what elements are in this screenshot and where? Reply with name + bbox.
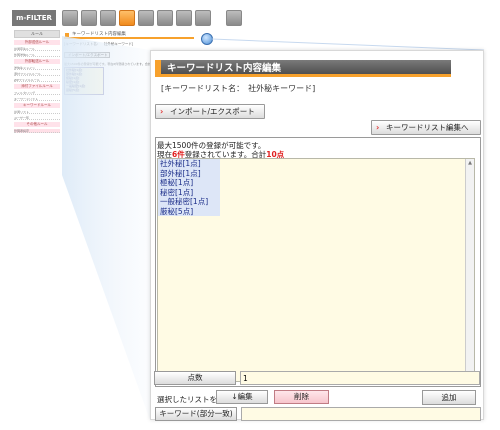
arrow-right-icon: ›: [376, 123, 380, 132]
mini-sidebar-section: キーワードルール: [14, 103, 60, 108]
keyword-list-item[interactable]: 部外秘[1点]: [158, 169, 220, 179]
mini-page-title: キーワードリスト内容編集: [64, 32, 194, 39]
points-label: 点数: [154, 371, 236, 385]
selected-list-label: 選択したリストを: [157, 395, 217, 404]
keyword-list-edit-label: キーワードリスト編集へ: [386, 123, 469, 132]
mini-sidebar-item[interactable]: 外部送信ルール: [14, 53, 60, 57]
mini-sidebar-item[interactable]: 送信先ドメイン: [14, 66, 60, 70]
zoom-icon: [201, 33, 213, 45]
mini-sidebar-item[interactable]: キーワードリスト: [14, 97, 60, 101]
keyword-list-edit-button[interactable]: › キーワードリスト編集へ: [371, 120, 481, 135]
search-icon[interactable]: [157, 10, 173, 26]
keyword-listbox[interactable]: 社外秘[1点] 部外秘[1点] 極秘[1点] 秘密[1点] 一般秘密[1点] 厳…: [157, 158, 475, 382]
keyword-icon[interactable]: [119, 10, 135, 26]
title-bar: キーワードリスト内容編集: [155, 60, 451, 77]
mini-sidebar-item[interactable]: ZIPファイルルール: [14, 78, 60, 82]
keyword-input[interactable]: [241, 407, 481, 421]
edit-selected-button[interactable]: ↓編集: [216, 390, 268, 404]
title-accent: [155, 60, 161, 77]
keyword-form-row: キーワード(部分一致): [155, 407, 481, 421]
settings-icon[interactable]: [226, 10, 242, 26]
mini-keyword-list[interactable]: 社外秘[1点] 部外秘[1点] 極秘[1点] 秘密[1点] 一般秘密[1点] 厳…: [64, 67, 104, 95]
mini-list-name: [キーワードリスト名： 社外秘キーワード]: [64, 42, 134, 46]
app-toolbar: m-FILTER: [12, 8, 245, 28]
report-icon[interactable]: [138, 10, 154, 26]
points-form-row: 点数: [154, 371, 480, 385]
mini-sidebar-section: その他ルール: [14, 122, 60, 127]
mini-sidebar-item[interactable]: 共通リスト: [14, 110, 60, 114]
listbox-scrollbar[interactable]: ▲ ▼: [465, 159, 474, 381]
zoom-wedge-edge: [211, 38, 485, 51]
grid-icon[interactable]: [100, 10, 116, 26]
mini-sidebar-item[interactable]: ユーザ一覧: [14, 116, 60, 120]
mini-sidebar-item[interactable]: 共通宛先ルール: [14, 47, 60, 51]
mini-sidebar-section: 添付ファイルルール: [14, 84, 60, 89]
delete-selected-button[interactable]: 削除: [274, 390, 329, 404]
keyword-list-item[interactable]: 極秘[1点]: [158, 178, 220, 188]
mini-sidebar: ルール 外部送信ルール 共通宛先ルール 外部送信ルール 外部転送ルール 送信先ド…: [14, 30, 60, 160]
points-input[interactable]: [240, 371, 480, 385]
keyword-list-item[interactable]: 社外秘[1点]: [158, 159, 220, 169]
barcode-icon[interactable]: [176, 10, 192, 26]
import-export-label: インポート/エクスポート: [170, 107, 255, 116]
import-export-button[interactable]: › インポート/エクスポート: [155, 104, 265, 119]
keyword-list-edit-panel: キーワードリスト内容編集 [キーワードリスト名： 社外秘キーワード] › インポ…: [150, 50, 484, 421]
keyword-list-item[interactable]: 厳秘[5点]: [158, 207, 220, 217]
mini-sidebar-section: 外部送信ルール: [14, 40, 60, 45]
add-button[interactable]: 追加: [422, 390, 476, 405]
mini-import-button[interactable]: インポート/エクスポート: [64, 52, 110, 58]
mini-list-item[interactable]: 厳秘[5点]: [66, 88, 103, 92]
app-logo: m-FILTER: [12, 10, 56, 26]
mini-sidebar-section: 外部転送ルール: [14, 59, 60, 64]
page-title: キーワードリスト内容編集: [167, 63, 282, 74]
mini-sidebar-item[interactable]: 管理者設定: [14, 129, 60, 133]
arrow-right-icon: ›: [160, 107, 164, 116]
keyword-list-item[interactable]: 秘密[1点]: [158, 188, 220, 198]
scroll-up-icon[interactable]: ▲: [466, 159, 474, 168]
keyword-list-name: [キーワードリスト名： 社外秘キーワード]: [161, 84, 316, 93]
mini-sidebar-item[interactable]: フィルタリング: [14, 91, 60, 95]
keyword-label: キーワード(部分一致): [155, 407, 237, 421]
mini-sidebar-item[interactable]: 添付ファイルルール: [14, 72, 60, 76]
user-icon[interactable]: [195, 10, 211, 26]
mail-icon[interactable]: [62, 10, 78, 26]
keyword-list-item[interactable]: 一般秘密[1点]: [158, 197, 220, 207]
mini-sidebar-header: ルール: [14, 30, 60, 38]
archive-icon[interactable]: [81, 10, 97, 26]
keyword-items: 社外秘[1点] 部外秘[1点] 極秘[1点] 秘密[1点] 一般秘密[1点] 厳…: [158, 159, 220, 216]
